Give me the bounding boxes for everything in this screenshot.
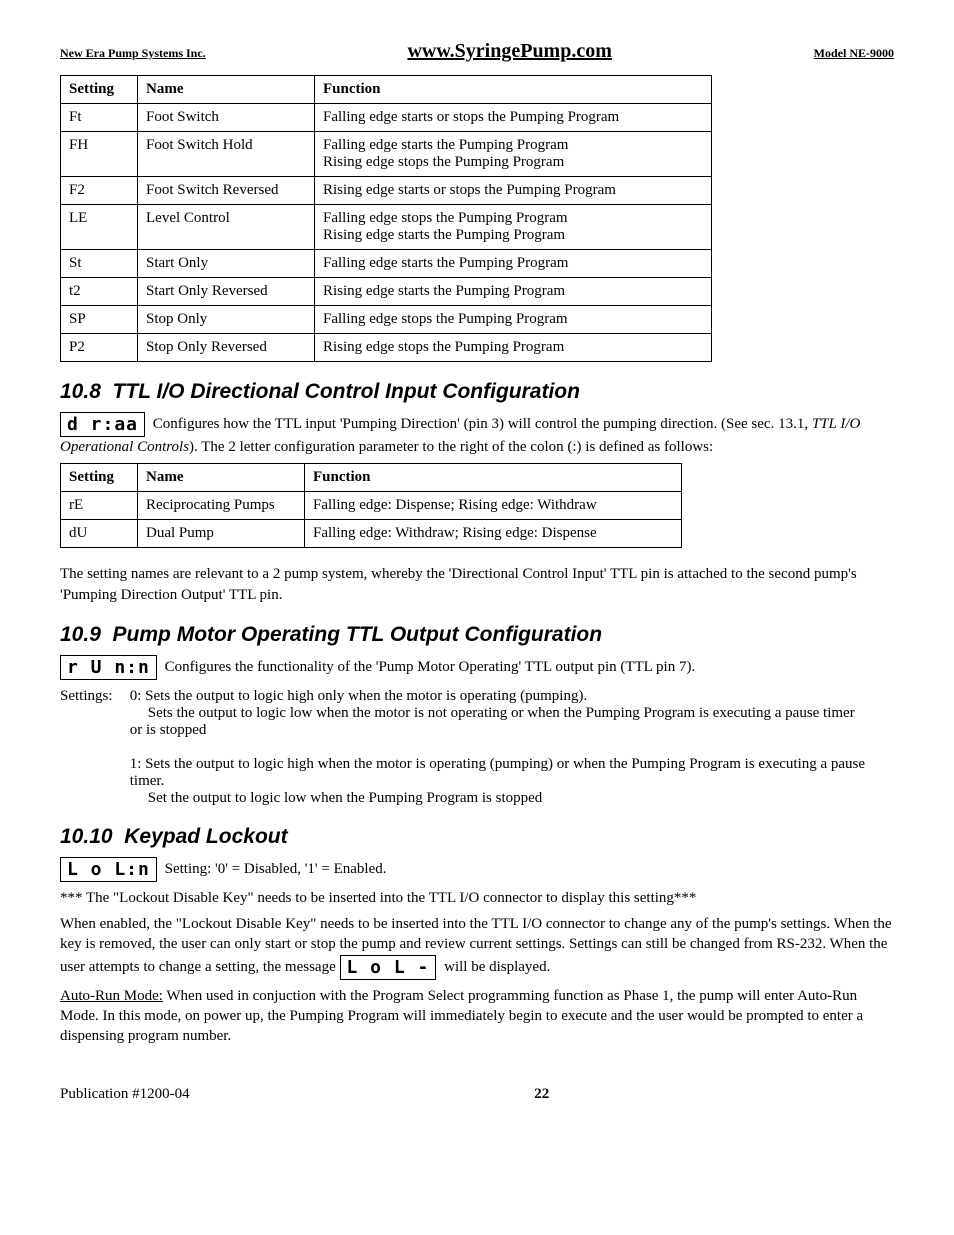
sec1010-note: *** The "Lockout Disable Key" needs to b… [60, 888, 894, 908]
cell-name: Stop Only Reversed [138, 334, 315, 362]
cell-function: Falling edge: Dispense; Rising edge: Wit… [305, 492, 682, 520]
setting-1-line2: Set the output to logic low when the Pum… [148, 790, 543, 806]
lcd-display-icon: L o L - [340, 955, 437, 980]
cell-function: Rising edge starts the Pumping Program [315, 278, 712, 306]
section-10-8-heading: 10.8 TTL I/O Directional Control Input C… [60, 380, 894, 404]
text: Configures the functionality of the 'Pum… [165, 659, 696, 675]
cell-setting: SP [61, 306, 138, 334]
page-footer: Publication #1200-04 22 [60, 1086, 894, 1103]
cell-function: Rising edge starts or stops the Pumping … [315, 177, 712, 205]
settings-table-1: Setting Name Function FtFoot SwitchFalli… [60, 75, 712, 362]
cell-setting: rE [61, 492, 138, 520]
section-title: Pump Motor Operating TTL Output Configur… [113, 623, 603, 646]
th-name: Name [138, 464, 305, 492]
cell-setting: t2 [61, 278, 138, 306]
header-model: Model NE-9000 [814, 46, 894, 61]
text: Configures how the TTL input 'Pumping Di… [153, 416, 812, 432]
table-header-row: Setting Name Function [61, 464, 682, 492]
page-header: New Era Pump Systems Inc. www.SyringePum… [60, 40, 894, 63]
table-row: rEReciprocating PumpsFalling edge: Dispe… [61, 492, 682, 520]
autorun-text: When used in conjuction with the Program… [60, 988, 863, 1045]
table-row: F2Foot Switch ReversedRising edge starts… [61, 177, 712, 205]
autorun-label: Auto-Run Mode: [60, 988, 163, 1004]
table-row: P2Stop Only ReversedRising edge stops th… [61, 334, 712, 362]
header-company: New Era Pump Systems Inc. [60, 46, 206, 61]
lcd-display-icon: L o L:n [60, 857, 157, 882]
text: will be displayed. [444, 958, 550, 974]
header-url: www.SyringePump.com [407, 40, 611, 63]
footer-page-number: 22 [534, 1086, 549, 1103]
footer-publication: Publication #1200-04 [60, 1086, 190, 1103]
cell-setting: Ft [61, 104, 138, 132]
section-10-10-heading: 10.10 Keypad Lockout [60, 825, 894, 849]
setting-0-line1: 0: Sets the output to logic high only wh… [130, 688, 587, 704]
table-row: dUDual PumpFalling edge: Withdraw; Risin… [61, 520, 682, 548]
cell-name: Foot Switch [138, 104, 315, 132]
section-title: TTL I/O Directional Control Input Config… [113, 380, 580, 403]
setting-1-line1: 1: Sets the output to logic high when th… [130, 756, 865, 789]
cell-setting: FH [61, 132, 138, 177]
cell-function: Falling edge: Withdraw; Rising edge: Dis… [305, 520, 682, 548]
table-header-row: Setting Name Function [61, 76, 712, 104]
cell-name: Stop Only [138, 306, 315, 334]
sec108-para2: The setting names are relevant to a 2 pu… [60, 564, 894, 605]
cell-function: Falling edge stops the Pumping Program R… [315, 205, 712, 250]
table-row: FHFoot Switch HoldFalling edge starts th… [61, 132, 712, 177]
text: Setting: '0' = Disabled, '1' = Enabled. [165, 861, 387, 877]
section-number: 10.10 [60, 825, 113, 848]
section-10-9-heading: 10.9 Pump Motor Operating TTL Output Con… [60, 623, 894, 647]
sec1010-autorun: Auto-Run Mode: When used in conjuction w… [60, 986, 894, 1047]
cell-name: Start Only [138, 250, 315, 278]
cell-setting: P2 [61, 334, 138, 362]
cell-name: Dual Pump [138, 520, 305, 548]
sec109-settings: Settings: 0: Sets the output to logic hi… [60, 688, 894, 807]
section-number: 10.8 [60, 380, 101, 403]
section-number: 10.9 [60, 623, 101, 646]
setting-0-line2: Sets the output to logic low when the mo… [130, 705, 855, 738]
settings-label: Settings: [60, 688, 126, 705]
cell-setting: St [61, 250, 138, 278]
th-setting: Setting [61, 76, 138, 104]
th-function: Function [315, 76, 712, 104]
cell-name: Reciprocating Pumps [138, 492, 305, 520]
cell-setting: F2 [61, 177, 138, 205]
settings-body: 0: Sets the output to logic high only wh… [130, 688, 870, 807]
th-function: Function [305, 464, 682, 492]
cell-name: Foot Switch Hold [138, 132, 315, 177]
lcd-display-icon: d r:aa [60, 412, 145, 437]
text: ). The 2 letter configuration parameter … [189, 439, 713, 455]
table-row: LELevel ControlFalling edge stops the Pu… [61, 205, 712, 250]
sec1010-setting-line: L o L:n Setting: '0' = Disabled, '1' = E… [60, 857, 894, 882]
cell-function: Falling edge starts or stops the Pumping… [315, 104, 712, 132]
cell-setting: dU [61, 520, 138, 548]
sec108-para1: d r:aa Configures how the TTL input 'Pum… [60, 412, 894, 457]
sec1010-para2: When enabled, the "Lockout Disable Key" … [60, 914, 894, 980]
cell-setting: LE [61, 205, 138, 250]
settings-table-2: Setting Name Function rEReciprocating Pu… [60, 463, 682, 548]
cell-name: Start Only Reversed [138, 278, 315, 306]
cell-name: Level Control [138, 205, 315, 250]
cell-function: Rising edge stops the Pumping Program [315, 334, 712, 362]
cell-function: Falling edge stops the Pumping Program [315, 306, 712, 334]
section-title: Keypad Lockout [124, 825, 287, 848]
table-row: SPStop OnlyFalling edge stops the Pumpin… [61, 306, 712, 334]
cell-name: Foot Switch Reversed [138, 177, 315, 205]
lcd-display-icon: r U n:n [60, 655, 157, 680]
cell-function: Falling edge starts the Pumping Program [315, 250, 712, 278]
th-setting: Setting [61, 464, 138, 492]
sec109-para1: r U n:n Configures the functionality of … [60, 655, 894, 680]
th-name: Name [138, 76, 315, 104]
table-row: StStart OnlyFalling edge starts the Pump… [61, 250, 712, 278]
table-row: t2Start Only ReversedRising edge starts … [61, 278, 712, 306]
cell-function: Falling edge starts the Pumping Program … [315, 132, 712, 177]
table-row: FtFoot SwitchFalling edge starts or stop… [61, 104, 712, 132]
